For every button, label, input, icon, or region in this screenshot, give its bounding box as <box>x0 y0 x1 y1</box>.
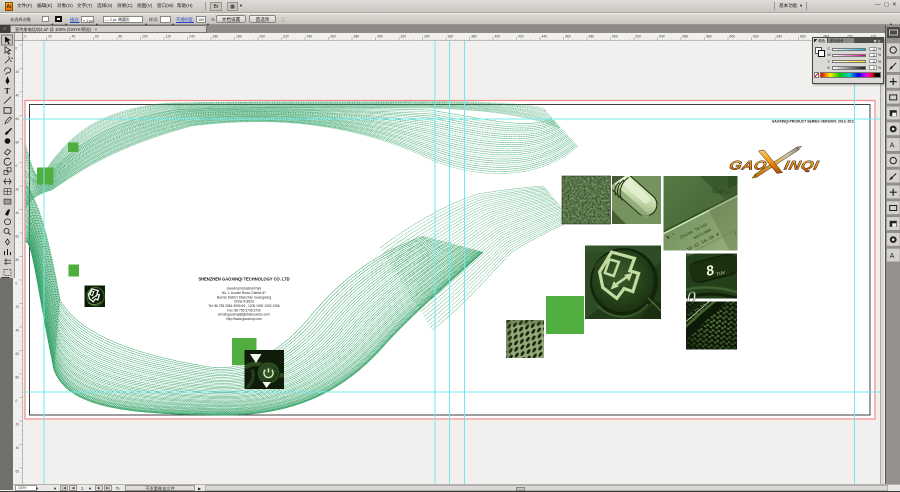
svg-text:20: 20 <box>16 70 20 74</box>
svg-text:INQI: INQI <box>783 159 821 173</box>
svg-text:580: 580 <box>706 35 712 39</box>
svg-text:560: 560 <box>683 35 689 39</box>
svg-text:GAOXINQI PRODUCT SERIES VERSIO: GAOXINQI PRODUCT SERIES VERSION: 2012~20… <box>772 120 855 124</box>
svg-text:600: 600 <box>730 35 736 39</box>
svg-text:SHENZHEN GAOXINQI TECHNOLOGY C: SHENZHEN GAOXINQI TECHNOLOGY CO. LTD <box>198 277 289 282</box>
svg-text:40: 40 <box>16 94 20 98</box>
svg-text:Gaoxinqi Industrial Park: Gaoxinqi Industrial Park <box>227 287 262 291</box>
svg-text:Email:gaoxinqi@globalsources.c: Email:gaoxinqi@globalsources.com <box>218 313 270 317</box>
svg-text:180: 180 <box>236 35 242 39</box>
svg-text:0: 0 <box>16 47 18 51</box>
svg-text:80: 80 <box>16 376 20 380</box>
svg-text:0: 0 <box>16 399 18 403</box>
svg-text:20: 20 <box>16 423 20 427</box>
svg-text:T: T <box>5 87 11 96</box>
svg-text:40: 40 <box>72 35 76 39</box>
svg-text:440: 440 <box>542 35 548 39</box>
svg-text:80: 80 <box>16 141 20 145</box>
svg-text:520: 520 <box>636 35 642 39</box>
svg-text:380: 380 <box>471 35 477 39</box>
svg-text:360: 360 <box>448 35 454 39</box>
svg-text:260: 260 <box>330 35 336 39</box>
svg-text:400: 400 <box>495 35 501 39</box>
svg-text:0: 0 <box>16 164 18 168</box>
svg-text:Tel: 86 755 2981 9999 64 - 120: Tel: 86 755 2981 9999 64 - 1205 1902 190… <box>208 304 279 308</box>
svg-text:480: 480 <box>589 35 595 39</box>
svg-text:60: 60 <box>16 117 20 121</box>
svg-text:http://www.gaoxinqi.com: http://www.gaoxinqi.com <box>226 317 261 321</box>
svg-text:60: 60 <box>95 35 99 39</box>
svg-text:120: 120 <box>166 35 172 39</box>
svg-text:60: 60 <box>16 470 20 474</box>
svg-text:40: 40 <box>16 329 20 333</box>
svg-text:420: 420 <box>518 35 524 39</box>
svg-text:100: 100 <box>142 35 148 39</box>
svg-text:200: 200 <box>260 35 266 39</box>
svg-text:160: 160 <box>213 35 219 39</box>
svg-text:340: 340 <box>424 35 430 39</box>
svg-text:240: 240 <box>307 35 313 39</box>
svg-text:500: 500 <box>612 35 618 39</box>
svg-text:40: 40 <box>16 446 20 450</box>
svg-text:A: A <box>889 142 894 149</box>
svg-text:0: 0 <box>16 282 18 286</box>
svg-text:20: 20 <box>16 188 20 192</box>
svg-text:460: 460 <box>565 35 571 39</box>
svg-text:60: 60 <box>16 235 20 239</box>
svg-text:60: 60 <box>16 352 20 356</box>
svg-text:40: 40 <box>16 211 20 215</box>
svg-text:20: 20 <box>16 305 20 309</box>
svg-text:GAO: GAO <box>728 159 768 173</box>
svg-text:A: A <box>889 252 894 259</box>
svg-text:220: 220 <box>283 35 289 39</box>
svg-text:80: 80 <box>119 35 123 39</box>
svg-text:660: 660 <box>800 35 806 39</box>
svg-text:280: 280 <box>354 35 360 39</box>
svg-text:140: 140 <box>189 35 195 39</box>
svg-text:300: 300 <box>377 35 383 39</box>
svg-text:0: 0 <box>25 35 27 39</box>
svg-text:540: 540 <box>659 35 665 39</box>
svg-text:320: 320 <box>401 35 407 39</box>
svg-text:640: 640 <box>777 35 783 39</box>
svg-text:Bao'an District Shenzhen Guang: Bao'an District Shenzhen Guangdong <box>217 295 271 299</box>
svg-text:80: 80 <box>16 258 20 262</box>
svg-text:20: 20 <box>48 35 52 39</box>
svg-text:620: 620 <box>753 35 759 39</box>
